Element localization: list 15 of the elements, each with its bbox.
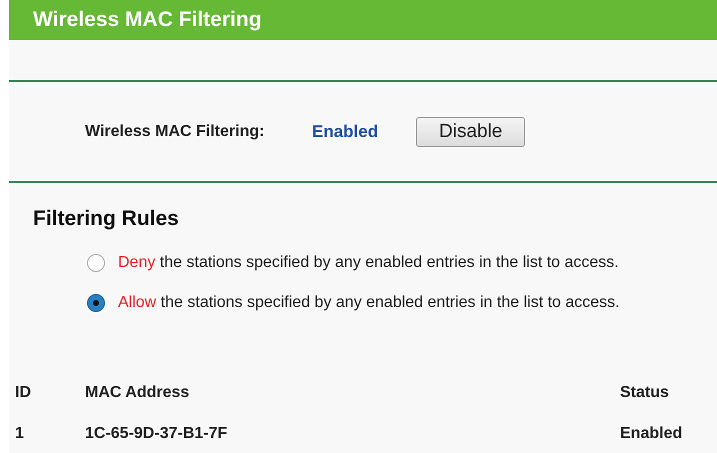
radio-button[interactable]: [87, 254, 105, 272]
section-title: Filtering Rules: [33, 206, 180, 232]
table-cell: 1C-65-9D-37-B1-7F: [85, 425, 228, 442]
radio-button[interactable]: [87, 294, 105, 312]
column-header: ID: [15, 384, 31, 401]
status-text: Enabled: [312, 120, 380, 143]
field-label: Wireless MAC Filtering:: [85, 122, 266, 142]
table-cell: 1: [15, 425, 24, 442]
page-title: Wireless MAC Filtering: [33, 7, 262, 34]
disable-button[interactable]: Disable: [416, 116, 526, 146]
table-cell: Enabled: [620, 425, 682, 442]
column-header: Status: [620, 384, 669, 401]
column-header: MAC Address: [85, 384, 190, 401]
option-label: Allow the stations specified by any enabled entries in the list to access.: [118, 292, 620, 312]
option-label: Deny the stations specified by any enabled entries in the list to access.: [118, 252, 619, 272]
